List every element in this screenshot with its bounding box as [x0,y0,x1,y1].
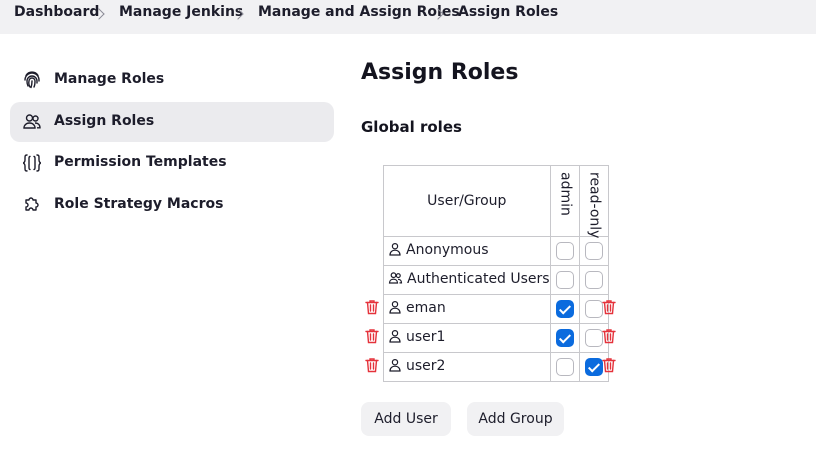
role-cell-read-only [578,265,609,295]
sidebar-item-label: Assign Roles [54,113,155,129]
delete-row-left-icon[interactable] [365,299,379,315]
table-row: user1 [383,323,609,353]
role-checkbox-admin[interactable] [555,329,574,347]
table-row: Authenticated Users [383,265,609,295]
table-row: user2 [383,352,609,382]
table-row: eman [383,294,609,324]
fingerprint-icon [24,71,40,89]
delete-row-right-icon[interactable] [602,328,616,344]
sidebar-item-label: Role Strategy Macros [54,196,224,212]
role-cell-admin [549,236,580,266]
column-header-admin: admin [549,165,580,237]
sidebar-item-manage-roles[interactable]: Manage Roles [10,60,334,100]
role-checkbox-admin[interactable] [555,300,574,318]
user-icon [388,242,402,260]
users-icon [23,114,41,129]
breadcrumb-assign-roles[interactable]: Assign Roles [458,4,558,20]
group-icon [388,271,403,289]
role-cell-admin [549,323,580,353]
role-checkbox-admin[interactable] [555,358,574,376]
user-icon [388,300,402,318]
column-header-label: read-only [586,172,603,239]
breadcrumb-manage-jenkins[interactable]: Manage Jenkins [119,4,243,20]
role-checkbox-admin[interactable] [555,271,574,289]
role-cell-admin [549,352,580,382]
global-roles-table: User/Group admin read-only Anonymous Auth… [383,165,609,382]
role-checkbox-read-only[interactable] [584,242,603,260]
delete-row-right-icon[interactable] [602,357,616,373]
role-checkbox-admin[interactable] [555,242,574,260]
user-name: user1 [406,329,446,345]
sidebar-item-label: Permission Templates [54,154,227,170]
user-name: Authenticated Users [407,271,550,287]
breadcrumb: Dashboard Manage Jenkins Manage and Assi… [0,0,816,34]
user-cell: user2 [383,352,551,382]
delete-row-left-icon[interactable] [365,328,379,344]
column-header-label: admin [557,172,574,216]
user-cell: Anonymous [383,236,551,266]
breadcrumb-manage-and-assign-roles[interactable]: Manage and Assign Roles [258,4,460,20]
puzzle-icon [25,197,39,211]
role-cell-admin [549,294,580,324]
page-title: Assign Roles [361,60,519,85]
section-title: Global roles [361,118,462,136]
user-name: Anonymous [406,242,489,258]
role-checkbox-read-only[interactable] [584,358,603,376]
role-checkbox-read-only[interactable] [584,271,603,289]
sidebar-item-label: Manage Roles [54,71,165,87]
sidebar-item-permission-templates[interactable]: Permission Templates [10,143,334,183]
role-cell-admin [549,265,580,295]
column-header-user-group: User/Group [383,165,551,237]
add-user-button[interactable]: Add User [361,402,451,436]
braces-icon [22,154,42,172]
breadcrumb-dashboard[interactable]: Dashboard [14,4,99,20]
user-cell: eman [383,294,551,324]
table-row: Anonymous [383,236,609,266]
role-checkbox-read-only[interactable] [584,300,603,318]
delete-row-left-icon[interactable] [365,357,379,373]
user-icon [388,329,402,347]
role-cell-read-only [578,236,609,266]
sidebar-item-role-strategy-macros[interactable]: Role Strategy Macros [10,185,334,225]
user-icon [388,358,402,376]
delete-row-right-icon[interactable] [602,299,616,315]
column-header-read-only: read-only [578,165,609,239]
sidebar-item-assign-roles[interactable]: Assign Roles [10,102,334,142]
user-cell: user1 [383,323,551,353]
user-name: eman [406,300,446,316]
user-cell: Authenticated Users [383,265,551,295]
user-name: user2 [406,358,446,374]
role-checkbox-read-only[interactable] [584,329,603,347]
add-group-button[interactable]: Add Group [467,402,564,436]
